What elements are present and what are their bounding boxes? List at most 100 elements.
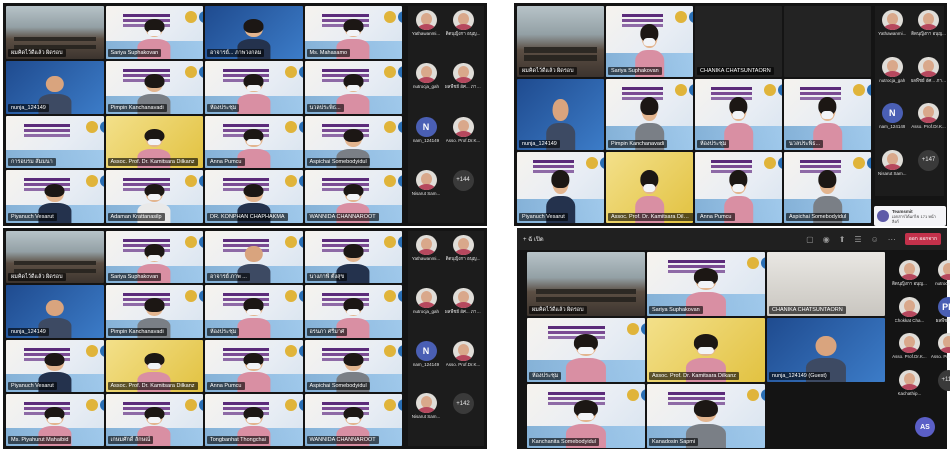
video-grid-b: ผมคิดไว้ดีแล้ว ผิดรอบ Sariya Suphakovan อา…	[6, 231, 402, 446]
notification-toast[interactable]: Teamsmit เอกสารได้แก่ไข 171 หน้า ลิงก์	[874, 206, 946, 226]
video-tile[interactable]: Anna Pumcu	[205, 115, 303, 169]
participant-thumbnail[interactable]: nutrocja_gah	[931, 260, 950, 287]
video-tile[interactable]: Piyanuch Vesarut	[517, 152, 604, 223]
participant-thumbnail[interactable]: ผลพืชย์ อัศ... ภาษา	[911, 56, 947, 84]
camera-icon[interactable]: ▢	[806, 235, 814, 244]
video-tile[interactable]: nunja_124149	[6, 60, 104, 114]
video-tile[interactable]: ผมคิดไว้ดีแล้ว ผิดรอบ	[6, 231, 104, 284]
video-tile[interactable]: Aspichai Somebodyidul	[784, 152, 871, 223]
video-tile[interactable]: Aspichai Somebodyidul	[304, 339, 402, 392]
participant-thumbnail[interactable]: Nisarut Sam...	[411, 393, 441, 420]
video-tile[interactable]: WANNIDA CHANNAROOT	[304, 393, 402, 446]
video-tile[interactable]: การอบรม สัมมนา	[6, 115, 104, 169]
participant-thumbnail[interactable]: nutrocja_gah	[411, 63, 441, 90]
participant-thumbnail[interactable]: +142	[445, 393, 481, 420]
people-icon[interactable]: ☺	[871, 235, 879, 244]
video-tile[interactable]: นวลประพิธ...	[784, 79, 871, 150]
video-tile[interactable]: nunja_124149	[6, 285, 104, 338]
participant-thumbnail[interactable]: Asso. Prof.Dr.K...	[931, 333, 950, 360]
video-tile[interactable]: Sariya Suphakovan	[606, 6, 693, 77]
participant-thumbnail[interactable]: Yathawanmi...	[411, 235, 441, 262]
chat-icon[interactable]: ☰	[854, 235, 861, 244]
more-icon[interactable]: ⋯	[888, 235, 896, 244]
video-tile[interactable]: ผมคิดไว้ดีแล้ว ผิดรอบ	[517, 6, 604, 77]
participant-thumbnail[interactable]: +144	[445, 169, 481, 197]
participant-thumbnail[interactable]: nutrocja_gah	[411, 287, 441, 315]
video-tile[interactable]: Piyanuch Vesarut	[6, 170, 104, 223]
participant-thumbnail[interactable]: Nnam_124149	[878, 103, 907, 130]
more-participants-badge[interactable]: +144	[452, 169, 474, 191]
mic-icon[interactable]: ◉	[823, 235, 830, 244]
toolbar-share-label[interactable]: + ฉั เปิด	[523, 234, 544, 244]
video-tile[interactable]: ผมคิดไว้ดีแล้ว ผิดรอบ	[527, 252, 645, 316]
participant-thumbnail[interactable]: ติดนุญิงกา อนุญ...	[445, 235, 481, 262]
video-tile[interactable]: ห้องประชุม	[695, 79, 782, 150]
video-tile[interactable]	[784, 6, 871, 77]
participant-thumbnail[interactable]: Asso. Prof.Dr.K...	[892, 333, 927, 360]
video-tile[interactable]: Piyanuch Vesarut	[6, 339, 104, 392]
video-tile[interactable]: WANNIDA CHANNAROOT	[304, 170, 402, 223]
video-tile[interactable]: nunja_124149	[517, 79, 604, 150]
video-tile[interactable]: ห้องประชุม	[205, 60, 303, 114]
participant-thumbnail[interactable]: Kachathip...	[892, 369, 927, 397]
video-tile[interactable]: Assoc. Prof. Dr. Kamitsara Dilkanz	[105, 339, 203, 392]
video-tile[interactable]: Pimpin Kanchanavadi	[105, 285, 203, 338]
video-tile[interactable]: Adaman Krattanasilp	[105, 170, 203, 223]
video-tile[interactable]: อรนภา ศรีมาศ	[304, 285, 402, 338]
video-tile[interactable]: Aspichai Somebodyidul	[304, 115, 402, 169]
video-tile[interactable]: Kanadosin Sapmi	[647, 384, 765, 448]
participant-thumbnail[interactable]: Nisarut Sam...	[411, 169, 441, 197]
video-tile[interactable]: DR. KONPHAN CHAPHAKMA	[205, 170, 303, 223]
participant-thumbnail[interactable]: Nnam_124149	[411, 116, 441, 144]
participant-thumbnail[interactable]: Nisarut Sam...	[878, 149, 907, 177]
video-tile[interactable]: Sariya Suphakovan	[647, 252, 765, 316]
participant-thumbnail[interactable]: ติดนุญิงกา อนุญ...	[892, 260, 927, 287]
participant-thumbnail[interactable]: nutrocja_gah	[878, 56, 907, 84]
self-avatar[interactable]: AS	[915, 417, 935, 437]
video-tile[interactable]: Assoc. Prof. Dr. Kamitsara Dilkanz	[105, 115, 203, 169]
participant-thumbnail[interactable]: Asso. Prof.Dr.K...	[445, 116, 481, 144]
video-tile[interactable]: Kanchanita Somebodyidul	[527, 384, 645, 448]
video-tile[interactable]: Anna Pumcu	[695, 152, 782, 223]
participant-thumbnail[interactable]: Yathawanmi...	[878, 10, 907, 37]
video-tile[interactable]: ห้องประชุม	[527, 318, 645, 382]
more-participants-badge[interactable]: +147	[918, 149, 940, 171]
participant-thumbnail[interactable]: ผลพืชย์ อัศ... ภาษา	[445, 287, 481, 315]
video-tile[interactable]: ผมคิดไว้ดีแล้ว ผิดรอบ	[6, 6, 104, 59]
video-tile[interactable]: Ms. Mahasamo	[304, 6, 402, 59]
video-tile[interactable]: นวลประพิธ...	[304, 60, 402, 114]
video-tile[interactable]: Assoc. Prof. Dr. Kamitsara Dilkanz	[606, 152, 693, 223]
participant-thumbnail[interactable]: Asso. Prof.Dr.K...	[445, 340, 481, 368]
video-tile[interactable]: เกษมศักดิ์ ลักษณ์	[105, 393, 203, 446]
video-tile[interactable]: Pimpin Kanchanavadi	[606, 79, 693, 150]
video-tile[interactable]: Anna Pumcu	[205, 339, 303, 392]
video-tile[interactable]: nunja_124149 (Guest)	[767, 318, 885, 382]
video-tile[interactable]: นางภาพี ตั้งสุข	[304, 231, 402, 284]
video-tile[interactable]: Assoc. Prof. Dr. Kamitsara Dilkanz	[647, 318, 765, 382]
video-tile[interactable]: Pimpin Kanchanavadi	[105, 60, 203, 114]
participant-thumbnail[interactable]: Chokkat Cha...	[892, 296, 927, 324]
video-tile[interactable]: Sariya Suphakovan	[105, 231, 203, 284]
video-tile[interactable]: CHANIKA CHATSUNTAORN	[695, 6, 782, 77]
participant-thumbnail[interactable]: +147	[911, 149, 947, 177]
participant-thumbnail[interactable]: PPผลพืชย์ อัศ...	[931, 296, 950, 324]
participant-thumbnail[interactable]: ผลพืชย์ อัศ... ภาษา	[445, 63, 481, 90]
participant-thumbnail[interactable]: Nnam_124149	[411, 340, 441, 368]
share-icon[interactable]: ⬆	[839, 235, 846, 244]
participant-thumbnail[interactable]: Asso. Prof.Dr.K...	[911, 103, 947, 130]
more-participants-badge[interactable]: +142	[452, 393, 474, 415]
more-participants-badge[interactable]: +119	[937, 369, 950, 391]
video-tile[interactable]: ห้องประชุม	[205, 285, 303, 338]
participant-thumbnail[interactable]: +119	[931, 369, 950, 397]
video-tile[interactable]: อาจารย์ ภาพ ...	[205, 231, 303, 284]
participant-name-label: Piyanuch Vesarut	[8, 213, 57, 221]
video-tile[interactable]: อาจารย์... ภาพวงกลม	[205, 6, 303, 59]
participant-thumbnail[interactable]: ติดนุญิงกา อนุญ...	[445, 10, 481, 37]
participant-thumbnail[interactable]: Yathawanmi...	[411, 10, 441, 37]
participant-thumbnail[interactable]: ติดนุญิงกา อนุญ...	[911, 10, 947, 37]
video-tile[interactable]: Ms. Piyahurut Mahaibid	[6, 393, 104, 446]
leave-button[interactable]: ออก ออกจาก	[904, 233, 941, 245]
video-tile[interactable]: CHANIKA CHATSUNTAORN	[767, 252, 885, 316]
video-tile[interactable]: Sariya Suphakovan	[105, 6, 203, 59]
video-tile[interactable]: Tongbanhat Thongchai	[205, 393, 303, 446]
